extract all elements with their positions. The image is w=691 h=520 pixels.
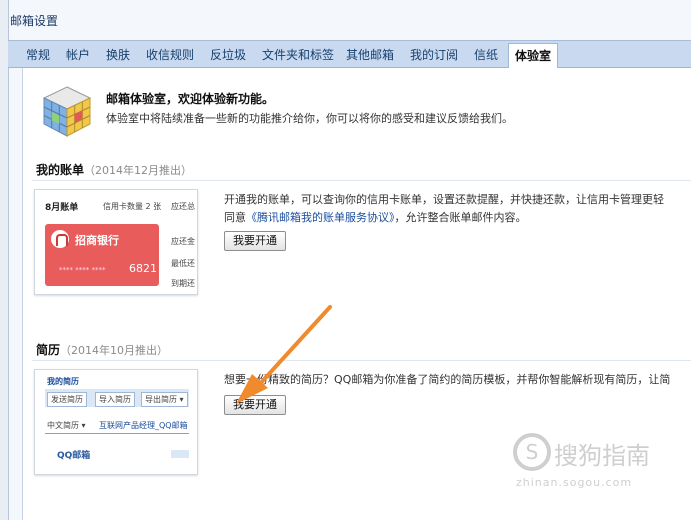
agreement-suffix: ，允许整合账单邮件内容。 [394, 211, 527, 224]
section-divider [32, 360, 691, 361]
bank-logo-icon [51, 230, 69, 248]
bills-description-line2: 同意《腾讯邮箱我的账单服务协议》，允许整合账单邮件内容。 [224, 209, 527, 225]
thumb-side-min: 最低还 [171, 259, 195, 268]
thumb-month: 8月账单 [45, 203, 79, 213]
thumb-footer-logo: QQ邮箱 [57, 451, 91, 461]
thumb-import-resume: 导入简历 [95, 392, 135, 407]
tab-anti-spam[interactable]: 反垃圾 [210, 45, 246, 65]
tab-other-mailboxes[interactable]: 其他邮箱 [346, 45, 394, 65]
thumb-due-total: 应还总 [171, 202, 195, 211]
watermark-url: zhinan.sogou.com [516, 476, 633, 489]
bank-card: 招商银行 **** **** **** 6821 [45, 224, 159, 286]
rubiks-cube-icon [42, 86, 92, 137]
tab-skin[interactable]: 换肤 [106, 45, 130, 65]
thumb-export-resume: 导出简历 ▾ [141, 392, 188, 407]
bank-name: 招商银行 [75, 234, 119, 247]
tab-stationery[interactable]: 信纸 [474, 45, 498, 65]
bills-description-line1: 开通我的账单，可以查询你的信用卡账单，设置还款提醒，并快捷还款，让信用卡管理更轻 [224, 193, 664, 206]
tab-my-subscriptions[interactable]: 我的订阅 [410, 45, 458, 65]
thumb-side-amount: 应还金 [171, 237, 195, 246]
thumb-resume-heading: 我的简历 [47, 377, 79, 386]
section-resume-name: 简历 [36, 343, 61, 357]
svg-text:S: S [526, 440, 539, 464]
card-last4: 6821 [129, 262, 157, 275]
thumb-side-due: 到期还 [171, 279, 195, 288]
thumb-send-resume: 发送简历 [47, 392, 87, 407]
enable-bills-button[interactable]: 我要开通 [224, 231, 286, 251]
resume-preview-thumbnail: 我的简历 发送简历 导入简历 导出简历 ▾ 中文简历 ▾ 互联网产品经理_QQ邮… [34, 369, 198, 475]
thumb-card-count: 信用卡数量 2 张 [103, 202, 162, 211]
thumb-resume-name: 互联网产品经理_QQ邮箱 [99, 421, 188, 430]
service-agreement-link[interactable]: 《腾讯邮箱我的账单服务协议》 [246, 211, 395, 224]
tab-general[interactable]: 常规 [26, 45, 50, 65]
settings-tabbar: 常规 帐户 换肤 收信规则 反垃圾 文件夹和标签 其他邮箱 我的订阅 信纸 体验… [8, 40, 691, 68]
bills-preview-thumbnail: 8月账单 信用卡数量 2 张 应还总 招商银行 **** **** **** 6… [34, 189, 198, 295]
agreement-prefix: 同意 [224, 211, 246, 224]
tab-mail-rules[interactable]: 收信规则 [146, 45, 194, 65]
enable-resume-button[interactable]: 我要开通 [224, 395, 286, 415]
intro-title: 邮箱体验室，欢迎体验新功能。 [106, 92, 275, 106]
section-divider [32, 180, 691, 181]
section-bills-title: 我的账单（2014年12月推出） [36, 161, 192, 178]
sogou-logo-icon: S [513, 433, 551, 471]
section-bills-name: 我的账单 [36, 163, 85, 177]
section-resume-date: （2014年10月推出） [60, 344, 169, 357]
tab-folders-labels[interactable]: 文件夹和标签 [262, 45, 334, 65]
tab-account[interactable]: 帐户 [66, 45, 90, 65]
watermark-brand: 搜狗指南 [554, 442, 650, 470]
intro-description: 体验室中将陆续准备一些新的功能推介给你，你可以将你的感受和建议反馈给我们。 [106, 112, 513, 125]
card-number-mask: **** **** **** [59, 266, 106, 274]
tab-lab[interactable]: 体验室 [508, 43, 559, 68]
section-resume-title: 简历（2014年10月推出） [36, 341, 168, 358]
section-bills-date: （2014年12月推出） [84, 164, 193, 177]
thumb-lang: 中文简历 ▾ [47, 421, 86, 430]
resume-description: 想要一份精致的简历？QQ邮箱为你准备了简约的简历模板，并帮你智能解析现有简历，让… [224, 373, 671, 386]
page-title: 邮箱设置 [10, 14, 59, 28]
